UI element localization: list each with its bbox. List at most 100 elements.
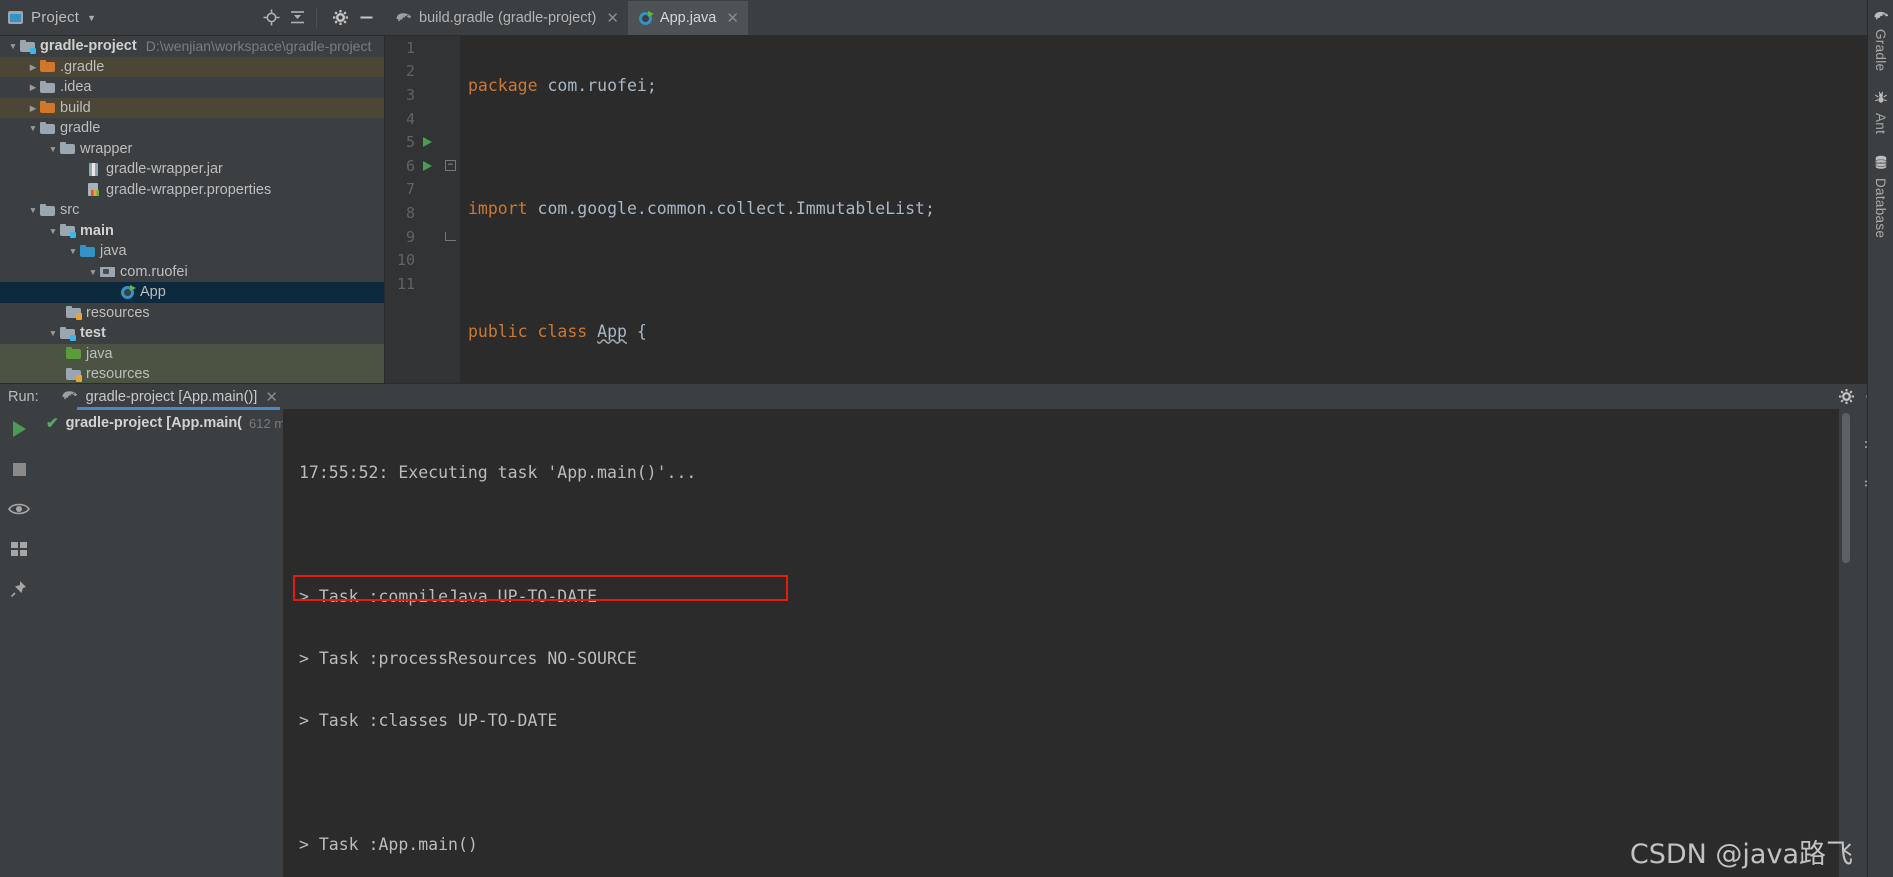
gutter-line: 7 (385, 178, 460, 202)
project-panel-title: Project (31, 9, 80, 26)
code-editor[interactable]: 1 2 3 4 5 6− 7 8 9 10 11 package com.ruo… (385, 36, 1893, 383)
line-number: 7 (405, 180, 415, 199)
toolbar-divider (316, 7, 317, 28)
chevron-down-icon[interactable]: ▼ (26, 124, 40, 133)
stripe-label: Ant (1873, 113, 1888, 135)
keyword-package: package (468, 76, 538, 95)
chevron-down-icon[interactable]: ▼ (6, 42, 20, 51)
line-number: 3 (405, 85, 415, 104)
close-icon[interactable]: ✕ (606, 9, 619, 27)
close-icon[interactable]: ✕ (265, 388, 278, 406)
tree-node-gradle-wrapper-jar[interactable]: gradle-wrapper.jar (0, 159, 384, 180)
folder-icon (80, 244, 95, 259)
stripe-button-gradle[interactable]: Gradle (1873, 8, 1889, 71)
folder-icon (40, 59, 55, 74)
chevron-down-icon[interactable]: ▼ (86, 267, 100, 277)
tree-node-resources-main[interactable]: resources (0, 303, 384, 324)
keyword-import: import (468, 199, 528, 219)
package-icon (100, 264, 115, 279)
editor-code-text[interactable]: package com.ruofei; import com.google.co… (460, 36, 1893, 383)
tree-node-gradle-dir[interactable]: ▼ gradle (0, 118, 384, 139)
console-output[interactable]: 17:55:52: Executing task 'App.main()'...… (283, 409, 1853, 877)
console-scrollbar-thumb[interactable] (1842, 413, 1850, 563)
folder-icon (40, 203, 55, 218)
tree-node-label: .idea (60, 79, 92, 96)
tree-node-label: main (80, 222, 114, 239)
chevron-down-icon[interactable]: ▼ (26, 206, 40, 215)
code-line-1: package com.ruofei; (468, 74, 1893, 98)
settings-gear-icon[interactable] (329, 7, 351, 29)
gradle-elephant-icon (1873, 8, 1889, 24)
editor-tab-bar: build.gradle (gradle-project) ✕ App.java… (385, 0, 1893, 36)
tree-node-wrapper[interactable]: ▼ wrapper (0, 139, 384, 160)
tree-node-resources-test[interactable]: resources (0, 364, 384, 383)
chevron-down-icon[interactable]: ▼ (46, 329, 60, 338)
chevron-down-icon[interactable]: ▼ (46, 144, 60, 154)
run-panel-label: Run: (8, 388, 39, 405)
gutter-line: 6− (385, 154, 460, 178)
fold-end-icon[interactable] (445, 232, 456, 242)
close-icon[interactable]: ✕ (726, 9, 739, 27)
tree-node-app[interactable]: App (0, 282, 384, 303)
project-tree[interactable]: ▼ gradle-project D:\wenjian\workspace\gr… (0, 36, 385, 383)
chevron-down-icon[interactable]: ▼ (87, 13, 96, 23)
run-tree-row[interactable]: ✔ gradle-project [App.main( 612 ms (38, 412, 292, 434)
rerun-button[interactable] (7, 417, 31, 441)
jar-file-icon (86, 162, 101, 177)
tree-node-src[interactable]: ▼ src (0, 200, 384, 221)
line-number: 4 (405, 109, 415, 128)
ant-icon (1874, 91, 1888, 108)
tree-node-com-ruofei[interactable]: ▼ com.ruofei (0, 262, 384, 283)
tree-node-dot-gradle[interactable]: ▶ .gradle (0, 56, 384, 77)
toggle-tasks-eye-icon[interactable] (7, 497, 31, 521)
code-text: com.ruofei; (537, 76, 657, 95)
gutter-line: 2 (385, 60, 460, 84)
chevron-right-icon[interactable]: ▶ (26, 103, 40, 113)
tree-node-label: java (100, 243, 127, 260)
gutter-line: 3 (385, 83, 460, 107)
gutter-line: 4 (385, 107, 460, 131)
run-gutter-icon[interactable] (423, 137, 432, 148)
chevron-right-icon[interactable]: ▶ (26, 83, 40, 92)
fold-collapse-icon[interactable]: − (445, 160, 456, 172)
chevron-down-icon[interactable]: ▼ (46, 226, 60, 236)
pin-tab-icon[interactable] (7, 577, 31, 601)
tree-node-java-main[interactable]: ▼ java (0, 241, 384, 262)
stripe-button-ant[interactable]: Ant (1873, 91, 1888, 135)
collapse-all-icon[interactable] (286, 7, 308, 29)
chevron-right-icon[interactable]: ▶ (26, 62, 40, 72)
editor-gutter[interactable]: 1 2 3 4 5 6− 7 8 9 10 11 (385, 36, 460, 383)
locate-icon[interactable] (260, 7, 282, 29)
gutter-line: 5 (385, 130, 460, 154)
tree-node-main[interactable]: ▼ main (0, 221, 384, 242)
run-gutter-icon[interactable] (423, 160, 432, 171)
run-results-tree[interactable]: ✔ gradle-project [App.main( 612 ms (38, 409, 292, 877)
tree-node-dot-idea[interactable]: ▶ .idea (0, 77, 384, 98)
toggle-view-grid-icon[interactable] (7, 537, 31, 561)
console-scrollbar-track[interactable] (1839, 409, 1853, 877)
run-tab[interactable]: gradle-project [App.main()] ✕ (53, 384, 286, 410)
editor-tab-build-gradle[interactable]: build.gradle (gradle-project) ✕ (385, 1, 628, 35)
chevron-down-icon[interactable]: ▼ (66, 247, 80, 256)
line-number: 11 (396, 274, 415, 293)
tree-node-test[interactable]: ▼ test (0, 323, 384, 344)
tree-node-gradle-project[interactable]: ▼ gradle-project D:\wenjian\workspace\gr… (0, 36, 384, 57)
tree-node-gradle-wrapper-properties[interactable]: gradle-wrapper.properties (0, 180, 384, 201)
stripe-button-database[interactable]: Database (1873, 155, 1888, 238)
tree-node-label: gradle-wrapper.properties (106, 181, 272, 198)
stop-button[interactable] (7, 457, 31, 481)
line-number: 1 (405, 38, 415, 57)
folder-icon (40, 80, 55, 95)
code-text: { (626, 322, 647, 342)
folder-icon (40, 100, 55, 115)
gutter-line: 1 (385, 36, 460, 60)
stripe-label: Database (1873, 177, 1888, 238)
tree-node-build[interactable]: ▶ build (0, 97, 384, 118)
editor-tab-app-java[interactable]: App.java ✕ (627, 1, 748, 35)
hide-panel-icon[interactable] (355, 7, 377, 29)
tree-node-java-test[interactable]: java (0, 343, 384, 364)
run-config-name: gradle-project [App.main( (65, 415, 243, 431)
tree-node-label: resources (86, 304, 150, 321)
settings-gear-icon[interactable] (1833, 384, 1859, 410)
